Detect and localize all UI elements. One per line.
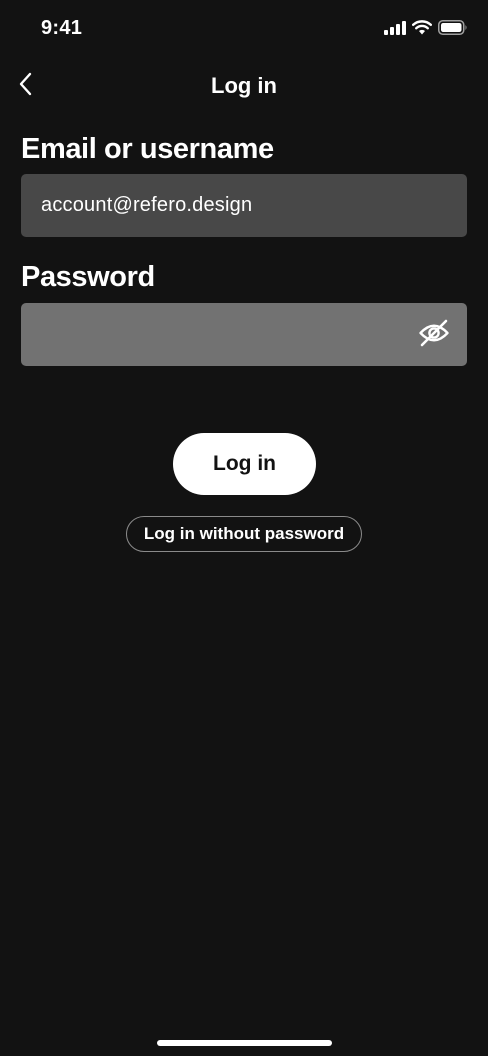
home-indicator	[157, 1040, 332, 1046]
signal-icon	[384, 20, 406, 40]
password-visibility-toggle[interactable]	[417, 318, 451, 352]
password-field[interactable]	[21, 303, 467, 366]
status-bar: 9:41	[0, 0, 488, 60]
login-screen: 9:41 Log in Email or username account@re…	[0, 0, 488, 1056]
status-time: 9:41	[41, 17, 83, 39]
password-label: Password	[21, 261, 155, 293]
wifi-icon	[412, 20, 432, 40]
email-label: Email or username	[21, 133, 274, 165]
status-icons	[384, 20, 468, 40]
login-without-password-button[interactable]: Log in without password	[126, 516, 362, 552]
nav-bar: Log in	[0, 64, 488, 108]
page-title: Log in	[211, 73, 277, 98]
eye-slash-icon	[418, 319, 450, 352]
email-field[interactable]: account@refero.design	[21, 174, 467, 237]
battery-icon	[438, 20, 468, 40]
email-value: account@refero.design	[41, 194, 253, 216]
login-button[interactable]: Log in	[173, 433, 316, 495]
